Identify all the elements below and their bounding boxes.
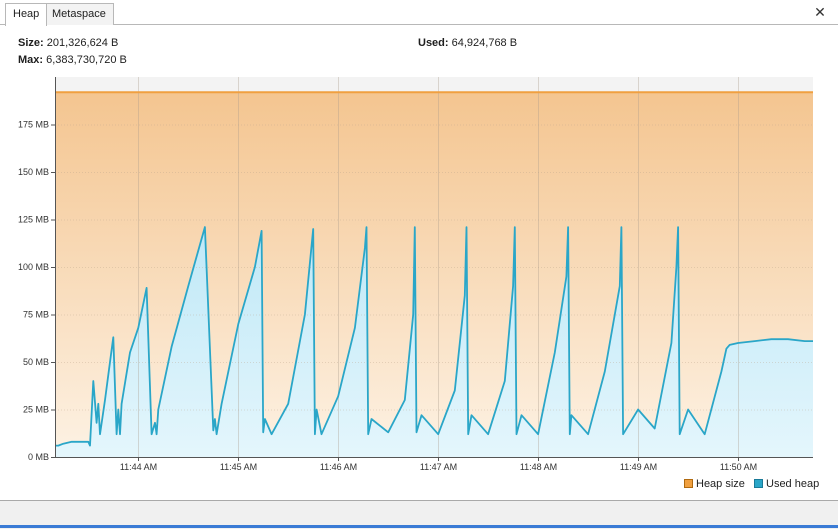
legend-used-heap-label: Used heap	[766, 478, 820, 490]
used-info: Used: 64,924,768 B	[418, 37, 517, 49]
legend-heap-size-swatch	[684, 479, 693, 488]
size-info: Size: 201,326,624 B	[18, 37, 118, 49]
y-tick-label: 100 MB	[18, 262, 49, 272]
legend-used-heap: Used heap	[754, 478, 819, 490]
heap-chart: 0 MB 25 MB 50 MB 75 MB 100 MB 125 MB 150 MB 175…	[18, 77, 813, 472]
tab-heap[interactable]: Heap	[5, 3, 48, 26]
legend-heap-size-label: Heap size	[696, 478, 745, 490]
y-tick-label: 50 MB	[23, 357, 49, 367]
x-tick-label: 11:45 AM	[220, 462, 257, 472]
y-tick-label: 125 MB	[18, 215, 49, 225]
size-label: Size:	[18, 37, 44, 49]
x-tick-label: 11:44 AM	[120, 462, 157, 472]
tab-bar: Heap Metaspace ✕	[0, 0, 838, 26]
x-tick-labels: 11:44 AM 11:45 AM 11:46 AM 11:47 AM 11:48 AM…	[120, 457, 757, 472]
x-tick-label: 11:50 AM	[720, 462, 757, 472]
x-tick-label: 11:46 AM	[320, 462, 357, 472]
max-info: Max: 6,383,730,720 B	[18, 54, 127, 66]
y-tick-label: 150 MB	[18, 167, 49, 177]
max-label: Max:	[18, 54, 44, 66]
used-label: Used:	[418, 37, 449, 49]
legend-heap-size: Heap size	[684, 478, 745, 490]
size-value: 201,326,624 B	[46, 37, 119, 49]
y-tick-label: 0 MB	[28, 452, 49, 462]
used-value: 64,924,768 B	[451, 37, 518, 49]
x-tick-label: 11:47 AM	[420, 462, 457, 472]
max-value: 6,383,730,720 B	[46, 54, 127, 66]
tab-metaspace[interactable]: Metaspace	[45, 3, 114, 25]
x-tick-label: 11:48 AM	[520, 462, 557, 472]
y-tick-label: 25 MB	[23, 405, 49, 415]
close-icon[interactable]: ✕	[814, 5, 826, 19]
y-tick-label: 175 MB	[18, 120, 49, 130]
legend-used-heap-swatch	[754, 479, 763, 488]
status-accent-line	[0, 525, 838, 528]
y-tick-label: 75 MB	[23, 310, 49, 320]
y-tick-labels: 0 MB 25 MB 50 MB 75 MB 100 MB 125 MB 150 MB 175…	[18, 120, 55, 462]
x-tick-label: 11:49 AM	[620, 462, 657, 472]
